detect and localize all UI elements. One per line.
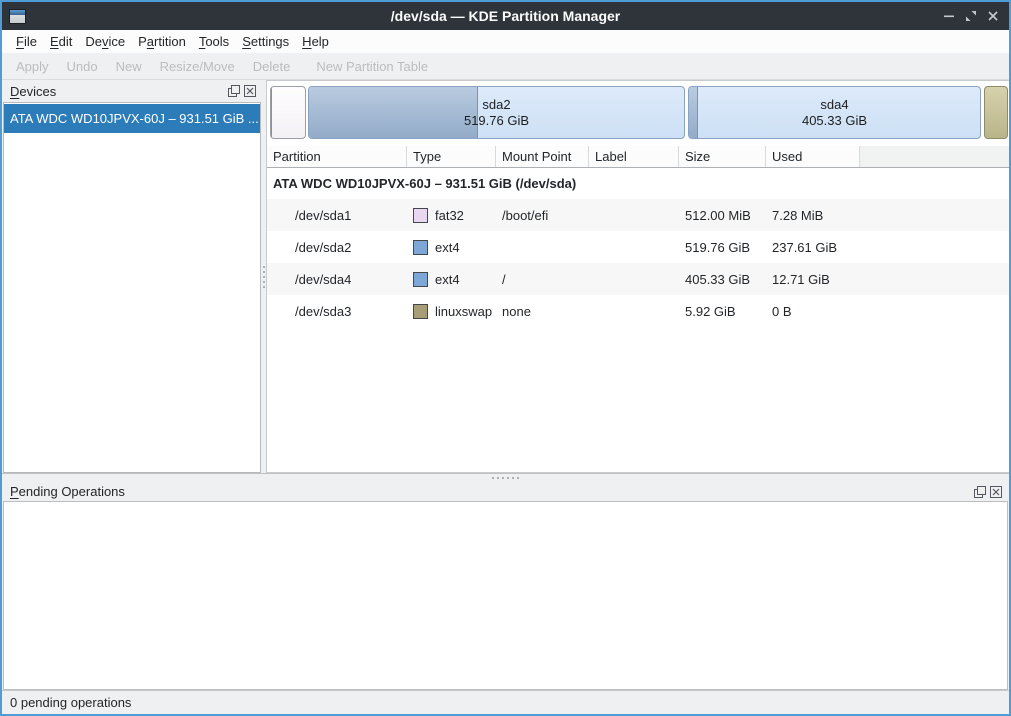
menu-partition[interactable]: Partition xyxy=(138,34,186,49)
cell-size: 5.92 GiB xyxy=(679,304,766,319)
window-controls xyxy=(941,8,1009,24)
undo-button[interactable]: Undo xyxy=(67,59,98,74)
cell-type: linuxswap xyxy=(407,304,496,319)
partition-graphic-bar: sda2 519.76 GiB sda4 405.33 GiB xyxy=(267,81,1009,146)
cell-partition: /dev/sda2 xyxy=(267,240,407,255)
partition-segment-sda2[interactable]: sda2 519.76 GiB xyxy=(308,86,685,139)
type-label: linuxswap xyxy=(435,304,492,319)
device-item-sda[interactable]: ATA WDC WD10JPVX-60J – 931.51 GiB ... xyxy=(4,104,260,133)
maximize-icon[interactable] xyxy=(963,8,979,24)
column-header-label[interactable]: Label xyxy=(589,146,679,167)
partition-segment-sda4[interactable]: sda4 405.33 GiB xyxy=(688,86,981,139)
column-header-size[interactable]: Size xyxy=(679,146,766,167)
close-icon[interactable] xyxy=(985,8,1001,24)
devices-dock: Devices ATA WDC WD10JPVX-60J – 931.51 xyxy=(2,80,262,473)
app-icon xyxy=(9,9,26,24)
ext4-color-swatch xyxy=(413,240,428,255)
devices-float-icon[interactable] xyxy=(227,85,240,98)
kde-partition-manager-window: /dev/sda — KDE Partition Manager File Ed… xyxy=(0,0,1011,716)
menu-file[interactable]: File xyxy=(16,34,37,49)
horizontal-splitter[interactable] xyxy=(2,473,1009,482)
main-area: Devices ATA WDC WD10JPVX-60J – 931.51 xyxy=(2,80,1009,473)
cell-used: 12.71 GiB xyxy=(766,272,860,287)
column-header-filler xyxy=(860,146,1009,167)
type-label: fat32 xyxy=(435,208,464,223)
sda2-size-label: 519.76 GiB xyxy=(464,113,529,129)
table-row-sda1[interactable]: /dev/sda1 fat32 /boot/efi 512.00 MiB 7.2… xyxy=(267,199,1009,231)
table-row-sda4[interactable]: /dev/sda4 ext4 / 405.33 GiB 12.71 GiB xyxy=(267,263,1009,295)
devices-dock-header: Devices xyxy=(2,80,262,102)
cell-partition: /dev/sda3 xyxy=(267,304,407,319)
table-row-sda3[interactable]: /dev/sda3 linuxswap none 5.92 GiB 0 B xyxy=(267,295,1009,327)
delete-button[interactable]: Delete xyxy=(253,59,291,74)
pending-float-icon[interactable] xyxy=(973,485,986,498)
column-header-type[interactable]: Type xyxy=(407,146,496,167)
column-header-partition[interactable]: Partition xyxy=(267,146,407,167)
vertical-splitter-handle xyxy=(263,266,265,288)
device-group-title[interactable]: ATA WDC WD10JPVX-60J – 931.51 GiB (/dev/… xyxy=(267,168,1009,199)
devices-dock-title: Devices xyxy=(10,84,56,99)
cell-size: 512.00 MiB xyxy=(679,208,766,223)
sda4-name-label: sda4 xyxy=(820,97,848,113)
ext4-color-swatch xyxy=(413,272,428,287)
table-header: Partition Type Mount Point Label Size Us… xyxy=(267,146,1009,168)
fat32-color-swatch xyxy=(413,208,428,223)
partition-segment-sda3[interactable] xyxy=(984,86,1008,139)
resize-move-button[interactable]: Resize/Move xyxy=(160,59,235,74)
cell-used: 0 B xyxy=(766,304,860,319)
cell-mount-point: none xyxy=(496,304,589,319)
type-label: ext4 xyxy=(435,240,460,255)
pending-operations-header: Pending Operations xyxy=(2,482,1009,501)
window-title: /dev/sda — KDE Partition Manager xyxy=(2,8,1009,24)
pending-operations-title: Pending Operations xyxy=(10,484,125,499)
pending-close-icon[interactable] xyxy=(989,485,1002,498)
table-empty-area xyxy=(267,327,1009,472)
partition-table: Partition Type Mount Point Label Size Us… xyxy=(267,146,1009,472)
pending-operations-list xyxy=(3,501,1008,690)
new-partition-table-button[interactable]: New Partition Table xyxy=(316,59,428,74)
partition-segment-sda1[interactable] xyxy=(270,86,306,139)
cell-partition: /dev/sda1 xyxy=(267,208,407,223)
sda4-size-label: 405.33 GiB xyxy=(802,113,867,129)
minimize-icon[interactable] xyxy=(941,8,957,24)
linuxswap-color-swatch xyxy=(413,304,428,319)
pending-operations-count: 0 pending operations xyxy=(10,695,131,710)
cell-used: 7.28 MiB xyxy=(766,208,860,223)
apply-button[interactable]: Apply xyxy=(16,59,49,74)
sda1-used-fill xyxy=(271,87,272,138)
cell-partition: /dev/sda4 xyxy=(267,272,407,287)
devices-close-icon[interactable] xyxy=(243,85,256,98)
menu-help[interactable]: Help xyxy=(302,34,329,49)
cell-type: fat32 xyxy=(407,208,496,223)
sda4-used-fill xyxy=(689,87,698,138)
statusbar: 0 pending operations xyxy=(2,690,1009,714)
cell-mount-point: / xyxy=(496,272,589,287)
toolbar: Apply Undo New Resize/Move Delete New Pa… xyxy=(2,53,1009,80)
menubar: File Edit Device Partition Tools Setting… xyxy=(2,30,1009,53)
menu-device[interactable]: Device xyxy=(85,34,125,49)
sda2-name-label: sda2 xyxy=(482,97,510,113)
type-label: ext4 xyxy=(435,272,460,287)
menu-edit[interactable]: Edit xyxy=(50,34,72,49)
column-header-used[interactable]: Used xyxy=(766,146,860,167)
menu-settings[interactable]: Settings xyxy=(242,34,289,49)
device-content-panel: sda2 519.76 GiB sda4 405.33 GiB Partitio… xyxy=(266,80,1009,473)
device-list: ATA WDC WD10JPVX-60J – 931.51 GiB ... xyxy=(3,102,261,473)
column-header-mount-point[interactable]: Mount Point xyxy=(496,146,589,167)
cell-size: 519.76 GiB xyxy=(679,240,766,255)
horizontal-splitter-handle xyxy=(492,477,519,479)
cell-size: 405.33 GiB xyxy=(679,272,766,287)
cell-used: 237.61 GiB xyxy=(766,240,860,255)
cell-mount-point: /boot/efi xyxy=(496,208,589,223)
cell-type: ext4 xyxy=(407,272,496,287)
new-button[interactable]: New xyxy=(116,59,142,74)
table-row-sda2[interactable]: /dev/sda2 ext4 519.76 GiB 237.61 GiB xyxy=(267,231,1009,263)
sda2-used-fill xyxy=(309,87,478,138)
titlebar[interactable]: /dev/sda — KDE Partition Manager xyxy=(2,2,1009,30)
menu-tools[interactable]: Tools xyxy=(199,34,229,49)
cell-type: ext4 xyxy=(407,240,496,255)
